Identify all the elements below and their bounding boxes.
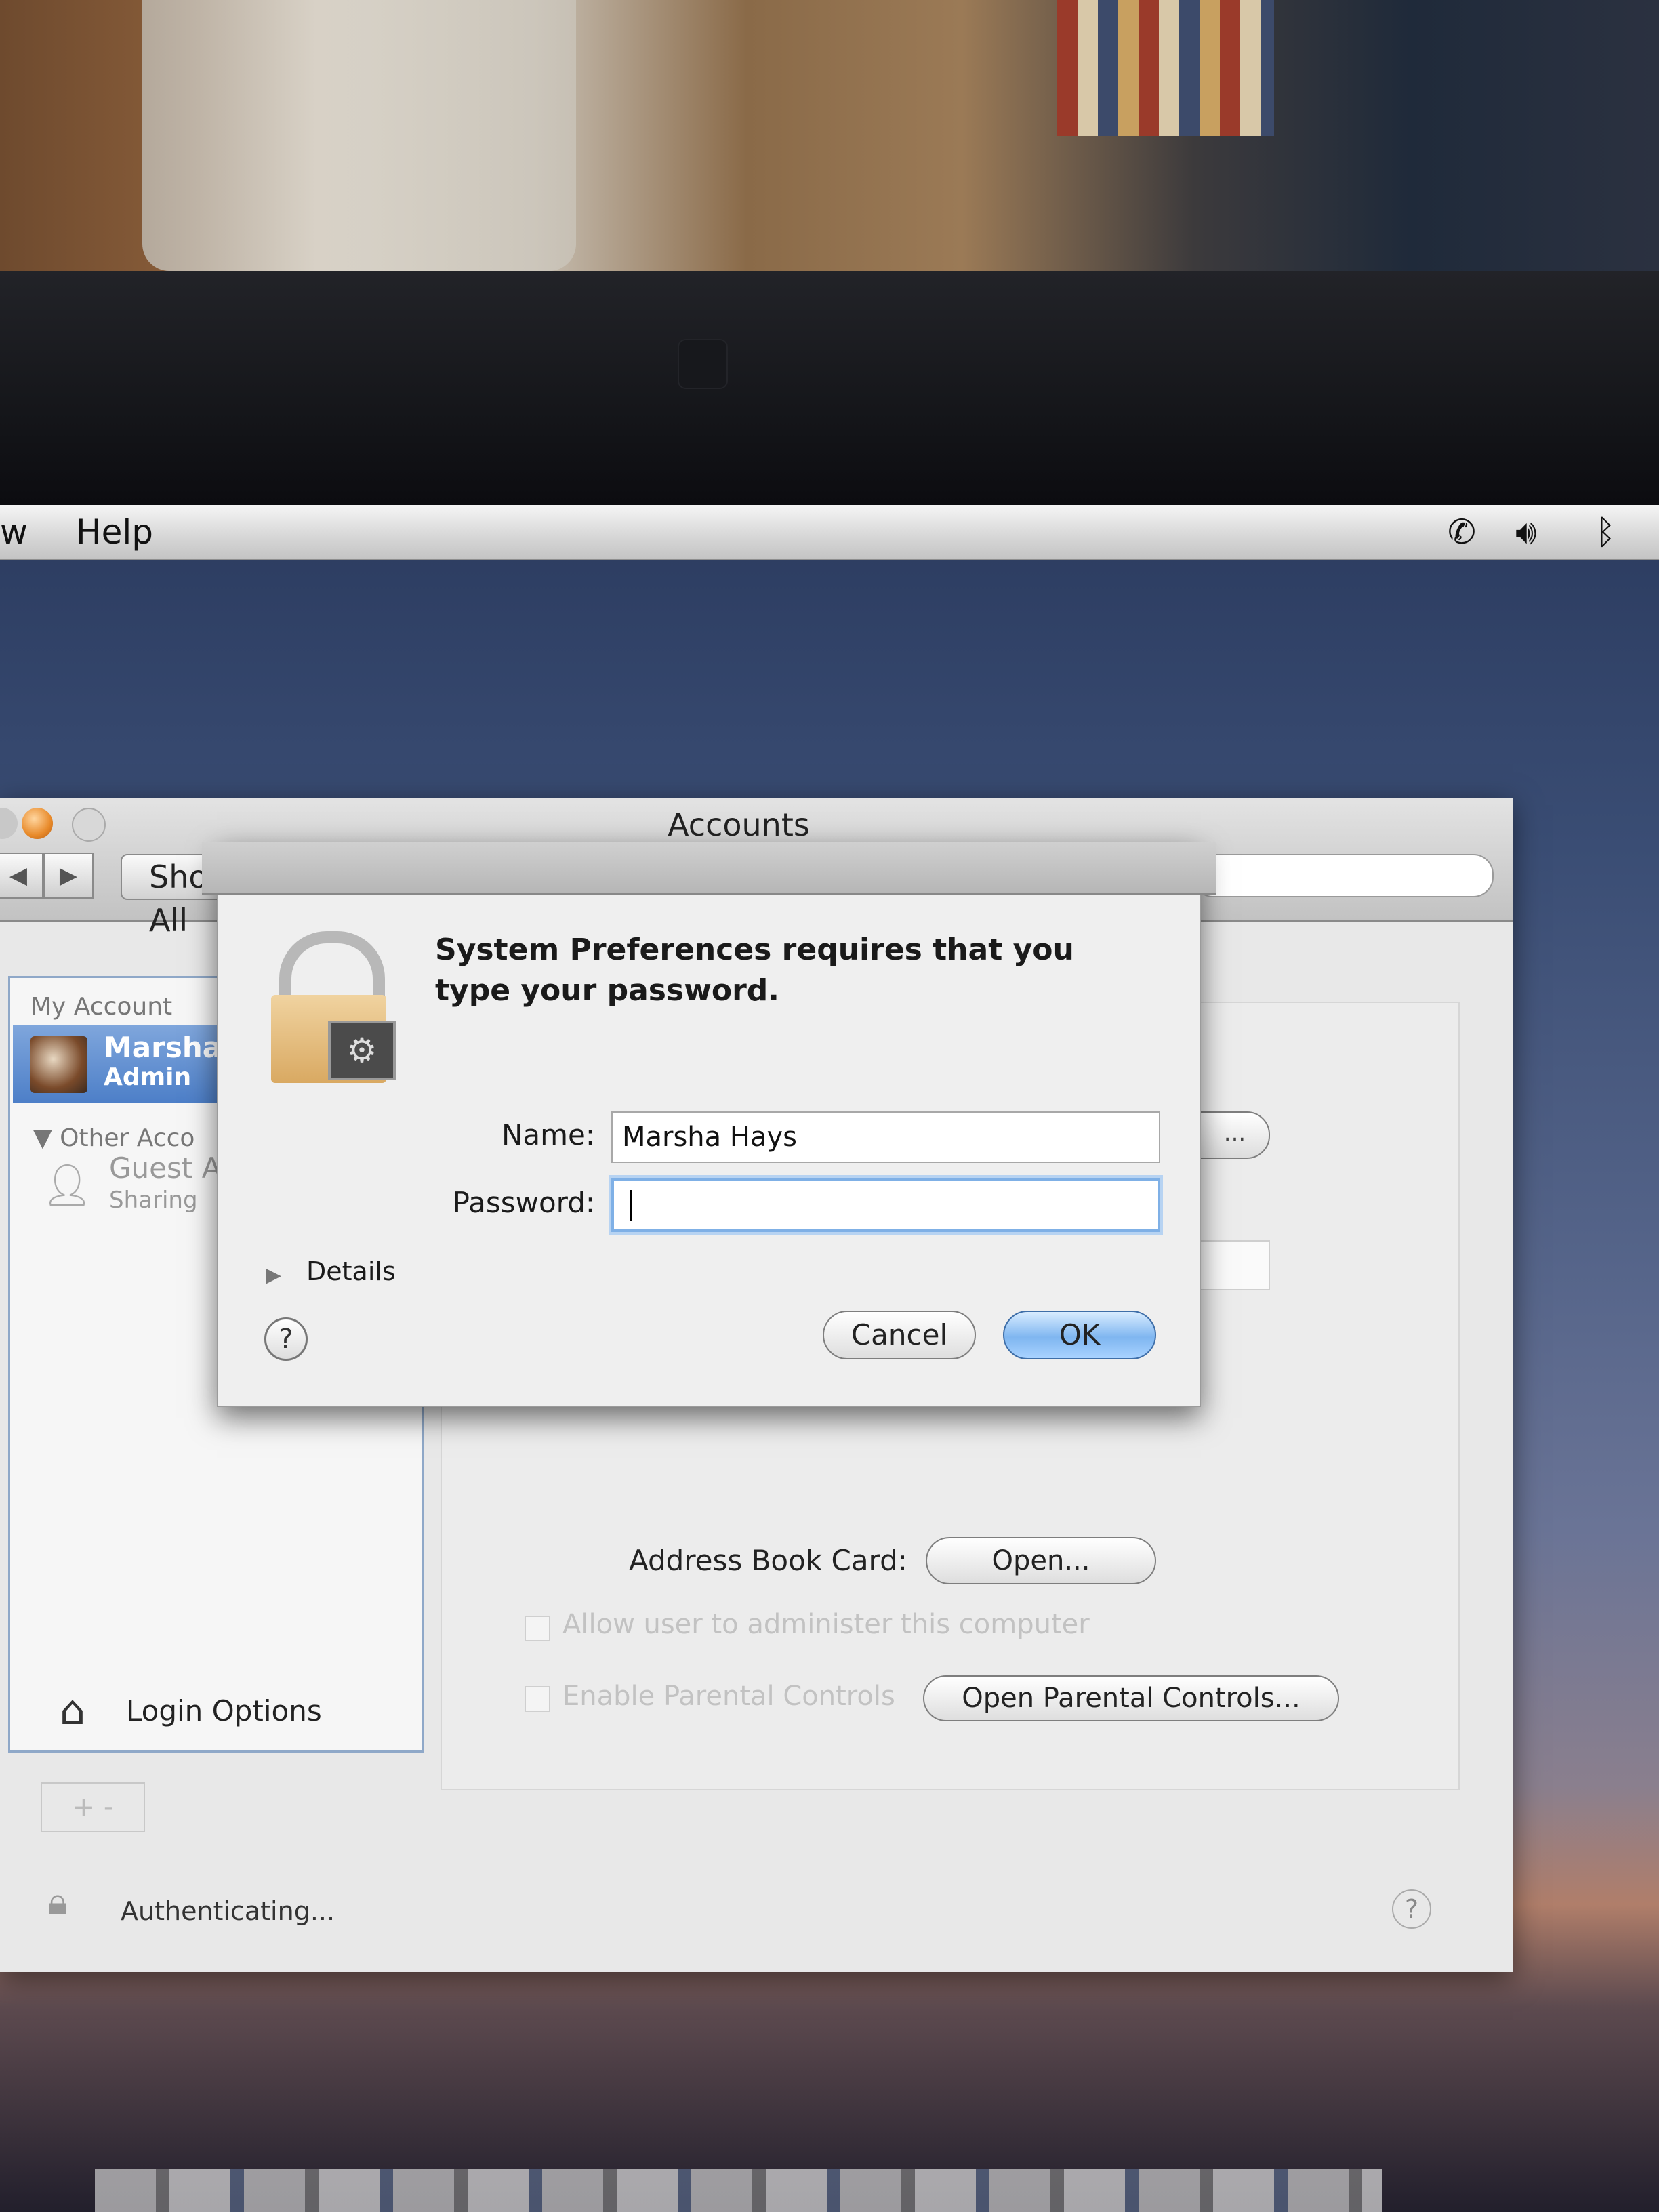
open-address-book-button[interactable]: Open... xyxy=(926,1537,1156,1584)
sidebar-item-guest[interactable]: Guest A xyxy=(109,1151,221,1185)
text-caret xyxy=(630,1190,632,1221)
search-field[interactable] xyxy=(1193,854,1494,897)
details-toggle[interactable]: Details xyxy=(306,1256,396,1286)
allow-admin-checkbox[interactable] xyxy=(525,1616,550,1641)
monitor-bezel xyxy=(0,271,1659,505)
other-accounts-header[interactable]: ▼ Other Acco xyxy=(33,1124,194,1152)
menu-bar: w Help ✆ 🔊︎ ᛒ xyxy=(0,505,1659,560)
sidebar-guest-sharing: Sharing xyxy=(109,1187,198,1214)
sheet-prompt: System Preferences requires that you typ… xyxy=(435,933,1074,1008)
phone-icon[interactable]: ✆ xyxy=(1448,512,1476,552)
panel-field[interactable] xyxy=(1200,1240,1270,1290)
address-book-label: Address Book Card: xyxy=(629,1544,907,1577)
help-button[interactable]: ? xyxy=(264,1317,308,1361)
camera-icon xyxy=(678,339,728,389)
allow-admin-label: Allow user to administer this computer xyxy=(562,1609,1090,1640)
name-label: Name: xyxy=(501,1118,595,1151)
window-help-button[interactable]: ? xyxy=(1392,1889,1431,1929)
dock[interactable] xyxy=(95,2169,1382,2212)
menu-window[interactable]: w xyxy=(0,505,28,559)
password-field[interactable] xyxy=(611,1178,1160,1232)
login-options-item[interactable]: Login Options xyxy=(126,1694,322,1727)
open-parental-controls-button[interactable]: Open Parental Controls... xyxy=(923,1675,1339,1721)
ok-button[interactable]: OK xyxy=(1003,1311,1156,1359)
menu-help[interactable]: Help xyxy=(76,505,153,559)
password-sheet: ⚙ System Preferences requires that you t… xyxy=(202,842,1216,1407)
bluetooth-icon[interactable]: ᛒ xyxy=(1595,512,1616,552)
name-field[interactable]: Marsha Hays xyxy=(611,1111,1160,1163)
lock-icon[interactable]: 🔒︎ xyxy=(47,1880,88,1934)
house-icon: ⌂ xyxy=(60,1687,86,1734)
sidebar-user-name: Marsha xyxy=(104,1031,222,1064)
background-jar xyxy=(142,0,576,271)
background-bookshelf xyxy=(1057,0,1274,136)
cancel-button[interactable]: Cancel xyxy=(823,1311,976,1359)
other-accounts-label: Other Acco xyxy=(60,1124,195,1152)
enable-parental-label: Enable Parental Controls xyxy=(562,1681,895,1712)
back-button[interactable]: ◀ xyxy=(0,853,43,899)
password-label: Password: xyxy=(452,1186,595,1219)
volume-icon[interactable]: 🔊︎ xyxy=(1515,512,1537,552)
add-remove-buttons[interactable]: + - xyxy=(41,1782,145,1832)
sheet-top-bar xyxy=(202,842,1216,895)
authenticating-status: Authenticating... xyxy=(121,1896,335,1926)
enable-parental-checkbox[interactable] xyxy=(525,1686,550,1712)
guest-user-icon: 👤︎ xyxy=(41,1162,94,1209)
background-room xyxy=(0,0,1659,278)
sidebar-user-role: Admin xyxy=(104,1063,192,1091)
forward-button[interactable]: ▶ xyxy=(43,853,94,899)
window-title: Accounts xyxy=(668,806,810,843)
name-value: Marsha Hays xyxy=(622,1122,797,1153)
disclosure-triangle-icon[interactable]: ▶ xyxy=(266,1263,281,1287)
my-account-header: My Account xyxy=(30,993,173,1021)
avatar xyxy=(30,1036,87,1093)
system-preferences-icon: ⚙ xyxy=(328,1021,396,1080)
edit-button[interactable]: ... xyxy=(1200,1111,1270,1159)
